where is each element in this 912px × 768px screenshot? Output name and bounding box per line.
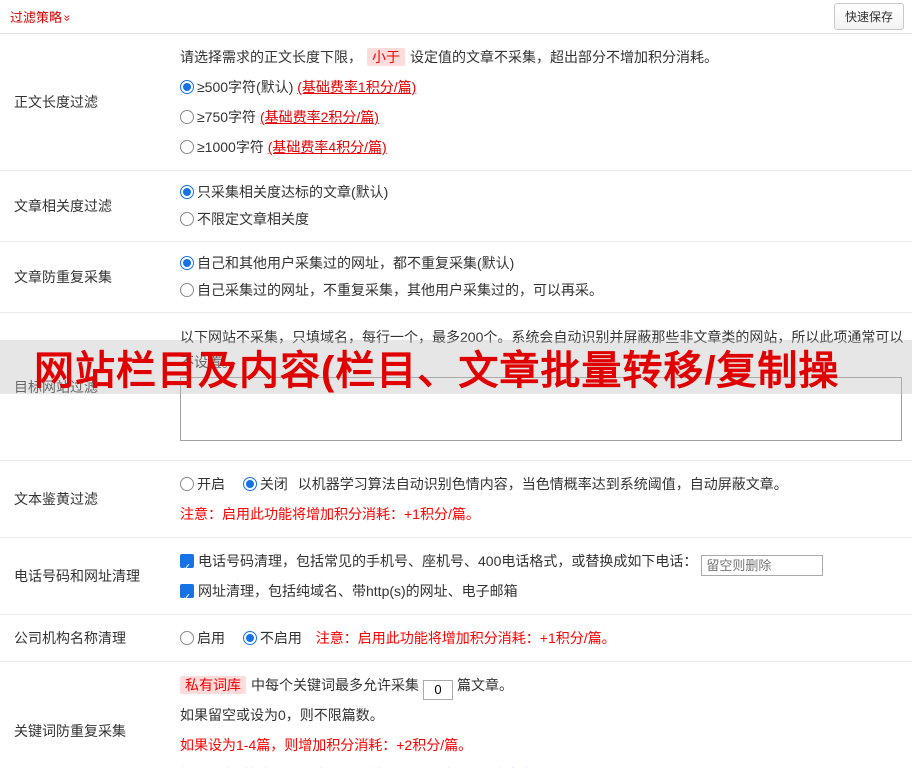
- relevance-any-radio[interactable]: [180, 212, 194, 226]
- intro-text-pre: 请选择需求的正文长度下限，: [180, 49, 362, 65]
- option-label[interactable]: ≥750字符: [197, 109, 256, 125]
- relevance-strict-radio[interactable]: [180, 185, 194, 199]
- porn-options: 开启 关闭 以机器学习算法自动识别色情内容，当色情概率达到系统阈值，自动屏蔽文章…: [180, 469, 904, 499]
- dedupe-option-global: 自己和其他用户采集过的网址，都不重复采集(默认): [180, 250, 904, 277]
- keyword-limit-line: 私有词库中每个关键词最多允许采集 篇文章。: [180, 670, 904, 700]
- fee-note: (基础费率4积分/篇): [267, 139, 387, 155]
- dedupe-self-radio[interactable]: [180, 283, 194, 297]
- row-label: 文本鉴黄过滤: [14, 491, 98, 507]
- url-cleanup-checkbox[interactable]: [180, 583, 194, 613]
- dedupe-option-self: 自己采集过的网址，不重复采集，其他用户采集过的，可以再采。: [180, 277, 904, 304]
- option-label[interactable]: 不限定文章相关度: [197, 211, 309, 227]
- phone-cleanup-checkbox[interactable]: [180, 553, 194, 583]
- page-title: 过滤策略: [10, 10, 63, 25]
- fee-note: (基础费率1积分/篇): [297, 79, 417, 95]
- keyword-note-zero: 如果留空或设为0，则不限篇数。: [180, 707, 384, 723]
- row-label: 正文长度过滤: [14, 94, 98, 110]
- option-label[interactable]: 自己和其他用户采集过的网址，都不重复采集(默认): [197, 255, 514, 271]
- company-cost-note: 注意：启用此功能将增加积分消耗：+1积分/篇。: [315, 630, 616, 646]
- target-site-desc: 以下网站不采集，只填域名，每行一个，最多200个。系统会自动识别并屏蔽那些非文章…: [180, 329, 904, 370]
- phone-cleanup-line: 电话号码清理，包括常见的手机号、座机号、400电话格式，或替换成如下电话：: [180, 546, 904, 583]
- length-500-radio[interactable]: [180, 80, 194, 94]
- option-label[interactable]: ≥1000字符: [197, 139, 264, 155]
- option-label[interactable]: 不启用: [260, 630, 302, 646]
- porn-desc: 以机器学习算法自动识别色情内容，当色情概率达到系统阈值，自动屏蔽文章。: [297, 476, 788, 492]
- row-label: 目标网站过滤: [14, 378, 98, 395]
- replacement-phone-input[interactable]: [701, 555, 824, 576]
- relevance-option-strict: 只采集相关度达标的文章(默认): [180, 179, 904, 206]
- checkbox-label[interactable]: 网址清理，包括纯域名、带http(s)的网址、电子邮箱: [198, 583, 518, 599]
- porn-on-radio[interactable]: [180, 477, 194, 491]
- company-off-radio[interactable]: [242, 631, 257, 645]
- row-label: 关键词防重复采集: [14, 722, 126, 739]
- length-750-radio[interactable]: [180, 110, 194, 124]
- row-keyword-dedupe: 关键词防重复采集 私有词库中每个关键词最多允许采集 篇文章。 如果留空或设为0，则…: [0, 662, 912, 768]
- row-content: 私有词库中每个关键词最多允许采集 篇文章。 如果留空或设为0，则不限篇数。 如果设…: [176, 662, 912, 768]
- row-label: 文章防重复采集: [14, 269, 112, 285]
- blocked-sites-textarea[interactable]: [180, 377, 902, 441]
- length-intro: 请选择需求的正文长度下限， 小于 设定值的文章不采集，超出部分不增加积分消耗。: [180, 42, 904, 72]
- length-option-1000: ≥1000字符 (基础费率4积分/篇): [180, 132, 904, 162]
- page-title-link[interactable]: 过滤策略»: [10, 7, 75, 26]
- row-content: 电话号码清理，包括常见的手机号、座机号、400电话格式，或替换成如下电话： 网址…: [176, 538, 912, 614]
- row-label: 公司机构名称清理: [14, 630, 126, 646]
- row-content: 自己和其他用户采集过的网址，都不重复采集(默认) 自己采集过的网址，不重复采集，…: [176, 242, 912, 312]
- keyword-limit-suffix: 篇文章。: [457, 677, 513, 693]
- row-label: 文章相关度过滤: [14, 198, 112, 214]
- keyword-limit-text: 中每个关键词最多允许采集: [251, 677, 419, 693]
- keyword-note-cost: 如果设为1-4篇，则增加积分消耗：+2积分/篇。: [180, 737, 473, 753]
- fee-note: (基础费率2积分/篇): [259, 109, 379, 125]
- checkbox-label[interactable]: 电话号码清理，包括常见的手机号、座机号、400电话格式，或替换成如下电话：: [198, 553, 697, 569]
- length-option-750: ≥750字符 (基础费率2积分/篇): [180, 102, 904, 132]
- length-option-500: ≥500字符(默认) (基础费率1积分/篇): [180, 72, 904, 102]
- row-content: 只采集相关度达标的文章(默认) 不限定文章相关度: [176, 171, 912, 241]
- row-label: 电话号码和网址清理: [14, 568, 140, 584]
- quick-save-button[interactable]: 快速保存: [833, 3, 904, 30]
- row-target-site-filter: 目标网站过滤 以下网站不采集，只填域名，每行一个，最多200个。系统会自动识别并…: [0, 313, 912, 461]
- option-label[interactable]: 只采集相关度达标的文章(默认): [197, 184, 388, 200]
- company-options: 启用 不启用 注意：启用此功能将增加积分消耗：+1积分/篇。: [180, 623, 904, 653]
- company-on-radio[interactable]: [180, 631, 194, 645]
- dedupe-global-radio[interactable]: [180, 256, 194, 270]
- relevance-option-any: 不限定文章相关度: [180, 206, 904, 233]
- keyword-note-five: 如果设为5篇或以上，也不会额外增加积分消耗。 注意事项»: [180, 760, 904, 768]
- filter-strategy-page: 过滤策略» 快速保存 正文长度过滤 请选择需求的正文长度下限， 小于 设定值的文章不…: [0, 0, 912, 768]
- porn-cost-note: 注意：启用此功能将增加积分消耗：+1积分/篇。: [180, 506, 480, 522]
- option-label[interactable]: 自己采集过的网址，不重复采集，其他用户采集过的，可以再采。: [197, 282, 603, 298]
- row-porn-filter: 文本鉴黄过滤 开启 关闭 以机器学习算法自动识别色情内容，当色情概率达到系统阈值…: [0, 461, 912, 538]
- option-label[interactable]: 关闭: [260, 476, 288, 492]
- row-dedupe-collection: 文章防重复采集 自己和其他用户采集过的网址，都不重复采集(默认) 自己采集过的网…: [0, 242, 912, 313]
- private-lexicon-highlight: 私有词库: [180, 676, 246, 694]
- chevron-down-icon: »: [60, 14, 75, 22]
- intro-text-post: 设定值的文章不采集，超出部分不增加积分消耗。: [410, 49, 718, 65]
- row-content: 启用 不启用 注意：启用此功能将增加积分消耗：+1积分/篇。: [176, 615, 912, 661]
- topbar: 过滤策略» 快速保存: [0, 0, 912, 34]
- row-relevance-filter: 文章相关度过滤 只采集相关度达标的文章(默认) 不限定文章相关度: [0, 171, 912, 242]
- porn-off-radio[interactable]: [242, 477, 257, 491]
- row-company-name-cleanup: 公司机构名称清理 启用 不启用 注意：启用此功能将增加积分消耗：+1积分/篇。: [0, 615, 912, 662]
- row-content: 以下网站不采集，只填域名，每行一个，最多200个。系统会自动识别并屏蔽那些非文章…: [176, 313, 912, 460]
- row-content: 开启 关闭 以机器学习算法自动识别色情内容，当色情概率达到系统阈值，自动屏蔽文章…: [176, 461, 912, 537]
- length-1000-radio[interactable]: [180, 140, 194, 154]
- less-than-highlight: 小于: [367, 48, 405, 66]
- row-body-length-filter: 正文长度过滤 请选择需求的正文长度下限， 小于 设定值的文章不采集，超出部分不增加积…: [0, 34, 912, 171]
- keyword-count-input[interactable]: [423, 679, 453, 700]
- url-cleanup-line: 网址清理，包括纯域名、带http(s)的网址、电子邮箱: [180, 576, 904, 613]
- row-phone-url-cleanup: 电话号码和网址清理 电话号码清理，包括常见的手机号、座机号、400电话格式，或替…: [0, 538, 912, 615]
- row-content: 请选择需求的正文长度下限， 小于 设定值的文章不采集，超出部分不增加积分消耗。 ≥5…: [176, 34, 912, 170]
- option-label[interactable]: 开启: [197, 476, 225, 492]
- option-label[interactable]: ≥500字符(默认): [197, 79, 293, 95]
- option-label[interactable]: 启用: [197, 630, 225, 646]
